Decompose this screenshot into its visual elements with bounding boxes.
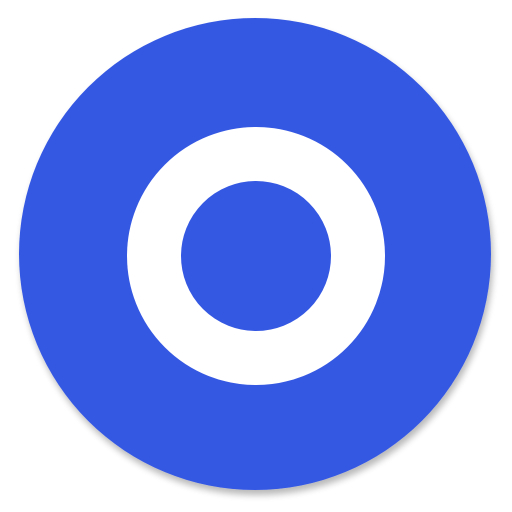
icon-canvas <box>0 0 512 512</box>
icon-background-circle <box>19 18 491 490</box>
app-icon <box>19 18 491 490</box>
